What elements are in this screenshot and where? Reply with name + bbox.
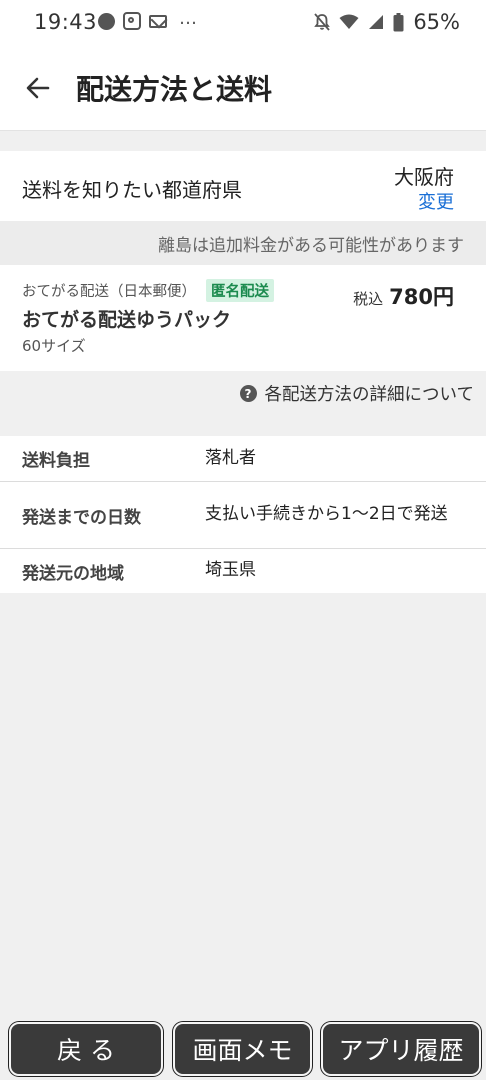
back-button[interactable]: 戻 る	[9, 1022, 163, 1076]
page-title: 配送方法と送料	[76, 73, 273, 106]
method-carrier: おてがる配送（日本郵便）	[22, 284, 196, 300]
system-icons: 65%	[314, 10, 460, 34]
notification-dot-icon	[98, 12, 115, 30]
anonymous-shipping-badge: 匿名配送	[206, 279, 274, 302]
battery-percent: 65%	[413, 10, 460, 34]
wifi-icon	[339, 14, 359, 30]
remote-island-notice: 離島は追加料金がある可能性があります	[0, 221, 486, 265]
prefecture-value: 大阪府	[394, 165, 454, 189]
signal-icon	[368, 14, 384, 30]
shipping-price: 780円	[389, 285, 454, 309]
shipping-details-link[interactable]: ? 各配送方法の詳細について	[239, 381, 474, 406]
details-link-text: 各配送方法の詳細について	[264, 385, 474, 405]
price-area: 税込 780円	[353, 281, 454, 311]
prefecture-label: 送料を知りたい都道府県	[22, 178, 242, 202]
package-size: 60サイズ	[22, 337, 86, 355]
app-bar: 配送方法と送料	[0, 46, 486, 131]
info-value: 埼玉県	[205, 560, 256, 581]
notification-icons: …	[98, 8, 197, 30]
info-label: 送料負担	[22, 451, 90, 471]
app-history-button[interactable]: アプリ履歴	[321, 1022, 481, 1076]
bell-off-icon	[314, 13, 331, 31]
tax-included-label: 税込	[353, 290, 384, 308]
screen-memo-button[interactable]: 画面メモ	[173, 1022, 312, 1076]
shipping-method-card: おてがる配送（日本郵便） 匿名配送 税込 780円 おてがる配送ゆうパック 60…	[0, 265, 486, 371]
notice-text: 離島は追加料金がある可能性があります	[158, 236, 464, 256]
more-notifications-icon: …	[179, 7, 197, 29]
back-arrow-icon[interactable]	[22, 72, 54, 104]
status-time: 19:43	[34, 10, 98, 34]
info-value: 落札者	[205, 447, 256, 468]
info-row-shipping-cost: 送料負担 落札者	[0, 436, 486, 482]
battery-icon	[393, 12, 404, 32]
info-row-days-to-ship: 発送までの日数 支払い手続きから1〜2日で発送	[0, 482, 486, 549]
status-bar: 19:43 … 65%	[0, 0, 486, 46]
prefecture-row: 送料を知りたい都道府県 大阪府 変更	[0, 151, 486, 221]
info-label: 発送までの日数	[22, 507, 141, 528]
method-name: おてがる配送ゆうパック	[22, 309, 232, 331]
info-value: 支払い手続きから1〜2日で発送	[205, 504, 448, 525]
change-prefecture-link[interactable]: 変更	[418, 188, 454, 214]
mail-icon	[149, 14, 167, 28]
help-icon: ?	[239, 385, 257, 402]
info-label: 発送元の地域	[22, 563, 124, 584]
instagram-icon	[123, 12, 141, 30]
shipping-info-table: 送料負担 落札者 発送までの日数 支払い手続きから1〜2日で発送 発送元の地域 …	[0, 436, 486, 593]
info-row-ship-from: 発送元の地域 埼玉県	[0, 549, 486, 593]
bottom-button-bar: 戻 る 画面メモ アプリ履歴	[0, 1022, 486, 1080]
